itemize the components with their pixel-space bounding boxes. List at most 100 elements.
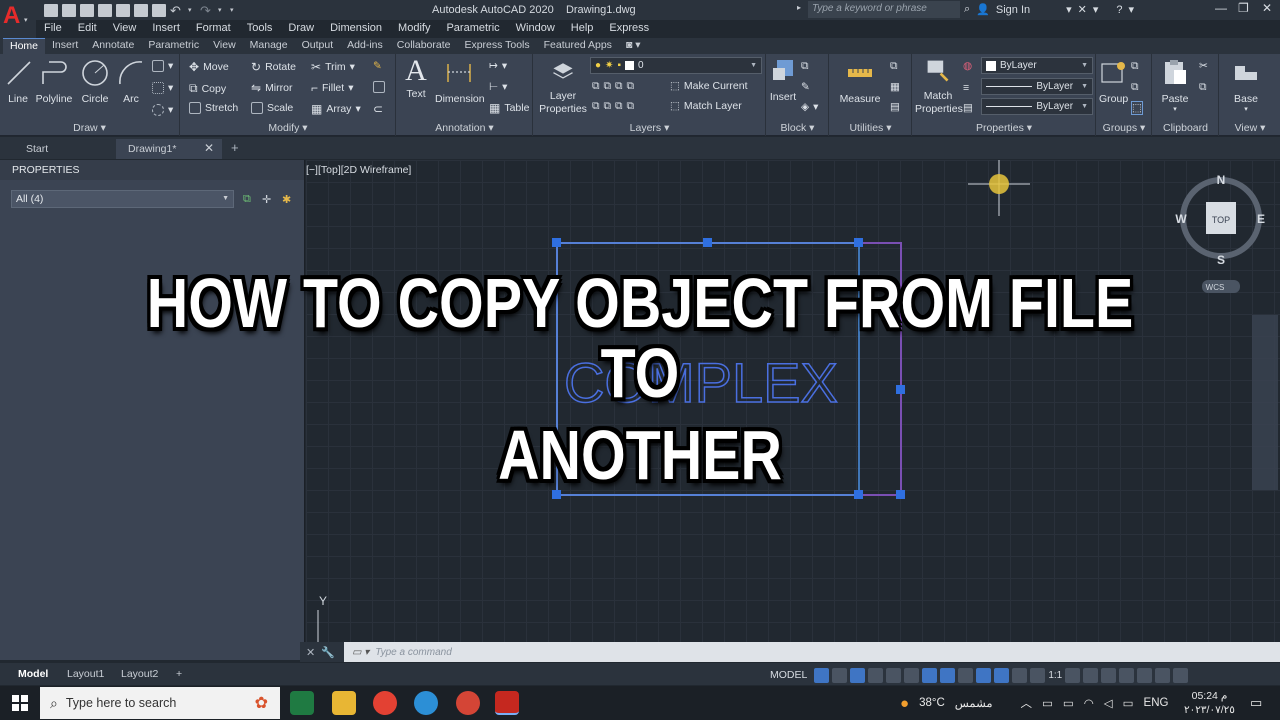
menu-file[interactable]: File — [36, 20, 70, 38]
menu-dimension[interactable]: Dimension — [322, 20, 390, 38]
linetype-dropdown[interactable]: ByLayer ▼ — [981, 98, 1093, 115]
block-panel-label[interactable]: Block ▾ — [767, 122, 828, 134]
command-prompt-icon[interactable]: ▭ ▾ — [352, 647, 369, 658]
windows-start-icon[interactable] — [12, 695, 28, 711]
linetype-icon-tool[interactable]: ▤ — [963, 102, 973, 114]
grid-icon[interactable] — [814, 667, 830, 683]
grip-top-left[interactable] — [552, 238, 561, 247]
navigation-bar[interactable] — [1252, 315, 1278, 490]
lineweight-icon-tool[interactable]: ≡ — [963, 82, 969, 94]
layers-panel-label[interactable]: Layers ▾ — [534, 122, 765, 134]
grip-top-right[interactable] — [854, 238, 863, 247]
quick-select-icon[interactable]: ✱ — [282, 193, 294, 206]
annotation-monitor-icon[interactable] — [1083, 667, 1099, 683]
dimension-tool[interactable]: Dimension — [435, 58, 485, 105]
customize-cmdline-icon[interactable]: 🔧 — [321, 646, 335, 659]
isodraft-icon[interactable] — [904, 667, 920, 683]
search-highlight-icon[interactable]: ✿ — [255, 693, 268, 713]
tab-parametric[interactable]: Parametric — [141, 38, 206, 54]
annotation-panel-label[interactable]: Annotation ▾ — [397, 122, 532, 134]
paste-tool[interactable]: Paste ▾ — [1159, 58, 1191, 113]
application-menu-button[interactable]: A ▾ — [0, 0, 36, 38]
selection-dropdown[interactable]: All (4) ▼ — [11, 190, 234, 208]
menu-express[interactable]: Express — [601, 20, 657, 38]
leader-more-tool[interactable]: ⊢ ▾ — [489, 81, 507, 93]
menu-view[interactable]: View — [105, 20, 145, 38]
block-attr-tool[interactable]: ◈ ▾ — [801, 101, 818, 113]
redo-icon[interactable]: ↷ — [200, 4, 214, 17]
save-icon[interactable] — [80, 3, 94, 17]
add-layout-icon[interactable]: + — [168, 665, 190, 683]
properties-panel-label[interactable]: Properties ▾ — [913, 122, 1095, 134]
tray-app-icon[interactable]: ▭ — [1042, 696, 1053, 710]
mirror-tool[interactable]: ⇋ Mirror — [251, 81, 292, 95]
trim-tool[interactable]: ✂ Trim ▾ — [311, 60, 355, 74]
plot-icon[interactable] — [152, 3, 166, 17]
measure-tool[interactable]: Measure — [836, 58, 884, 105]
layer-tools-row1[interactable]: ⧉ ⧉ ⧉ ⧉ — [592, 80, 634, 93]
menu-window[interactable]: Window — [508, 20, 563, 38]
clock[interactable]: 05:24 م ٢٠٢٣/٠٧/٢٥ — [1184, 689, 1235, 717]
battery-icon[interactable]: ▭ — [1123, 696, 1134, 710]
base-tool[interactable]: Base ▾ — [1230, 58, 1262, 113]
redo-dropdown-icon[interactable]: ▾ — [218, 6, 226, 14]
file-explorer-icon[interactable] — [332, 691, 356, 715]
hatch-tool[interactable]: ▾ — [152, 82, 173, 94]
select-objects-icon[interactable]: ✛ — [262, 193, 274, 206]
units-icon[interactable] — [1101, 667, 1117, 683]
weather-description[interactable]: مشمس — [955, 696, 993, 710]
selection-cycling-icon[interactable] — [994, 667, 1010, 683]
clean-screen-icon[interactable] — [1155, 667, 1171, 683]
restore-icon[interactable]: ❐ — [1238, 1, 1249, 15]
stretch-tool[interactable]: Stretch — [189, 102, 238, 114]
help-dropdown-icon[interactable]: ▾ — [1093, 3, 1099, 16]
transparency-icon[interactable] — [976, 667, 992, 683]
minimize-icon[interactable]: — — [1215, 1, 1227, 15]
tab-add-ins[interactable]: Add-ins — [340, 38, 390, 54]
paste-dropdown-icon[interactable]: ▾ — [1159, 105, 1191, 113]
new-file-icon[interactable] — [44, 3, 58, 17]
fillet-tool[interactable]: ⌐ Fillet ▾ — [311, 81, 353, 95]
a360-icon[interactable]: ✕ — [1078, 3, 1087, 16]
lineweight-dropdown[interactable]: ByLayer ▼ — [981, 78, 1093, 95]
base-dropdown-icon[interactable]: ▾ — [1230, 105, 1262, 113]
polyline-tool[interactable]: Polyline — [34, 58, 74, 105]
leader-tool[interactable]: ↦ ▾ — [489, 60, 507, 72]
menu-format[interactable]: Format — [188, 20, 239, 38]
edge-icon[interactable] — [414, 691, 438, 715]
calculator-tool[interactable]: ▦ — [890, 81, 900, 93]
annotation-visibility-icon[interactable] — [1012, 667, 1028, 683]
copy-tool[interactable]: ⧉ Copy — [189, 81, 226, 96]
open-file-icon[interactable] — [62, 3, 76, 17]
tab-view[interactable]: View — [206, 38, 243, 54]
draw-panel-label[interactable]: Draw ▾ — [0, 122, 179, 134]
tab-layout2[interactable]: Layout2 — [113, 665, 166, 683]
notifications-icon[interactable]: ▭ — [1250, 695, 1262, 711]
tab-annotate[interactable]: Annotate — [85, 38, 141, 54]
ribbon-toggle-icon[interactable]: ◙ ▾ — [619, 38, 648, 54]
annotation-scale[interactable]: 1:1 — [1048, 670, 1062, 681]
cut-tool[interactable]: ✂ — [1199, 60, 1208, 72]
erase-tool[interactable]: ✎ — [373, 60, 382, 72]
weather-temperature[interactable]: 38°C — [919, 697, 945, 709]
tab-express-tools[interactable]: Express Tools — [457, 38, 536, 54]
text-tool[interactable]: A Text — [401, 56, 431, 101]
sign-in[interactable]: ⌕ 👤 Sign In ▾ ✕ ▾ ? ▾ — [964, 3, 1134, 16]
save-web-icon[interactable] — [134, 3, 148, 17]
view-panel-label[interactable]: View ▾ — [1220, 122, 1280, 134]
copy-clip-tool[interactable]: ⧉ — [1199, 81, 1207, 94]
circle-tool[interactable]: Circle — [78, 58, 112, 105]
color-dropdown[interactable]: ByLayer ▼ — [981, 57, 1093, 74]
tab-home[interactable]: Home — [3, 38, 46, 54]
tab-drawing1[interactable]: Drawing1* ✕ — [116, 139, 222, 159]
tab-output[interactable]: Output — [295, 38, 341, 54]
excel-icon[interactable] — [290, 691, 314, 715]
explode-tool[interactable] — [373, 81, 385, 93]
save-as-icon[interactable] — [98, 3, 112, 17]
grip-top-mid[interactable] — [703, 238, 712, 247]
tab-start[interactable]: Start — [14, 139, 60, 159]
arc-tool[interactable]: Arc — [116, 58, 146, 105]
quick-select-tool[interactable]: ⧉ — [890, 60, 898, 73]
match-layer-tool[interactable]: ⬚ Match Layer — [670, 100, 742, 112]
tab-manage[interactable]: Manage — [243, 38, 295, 54]
